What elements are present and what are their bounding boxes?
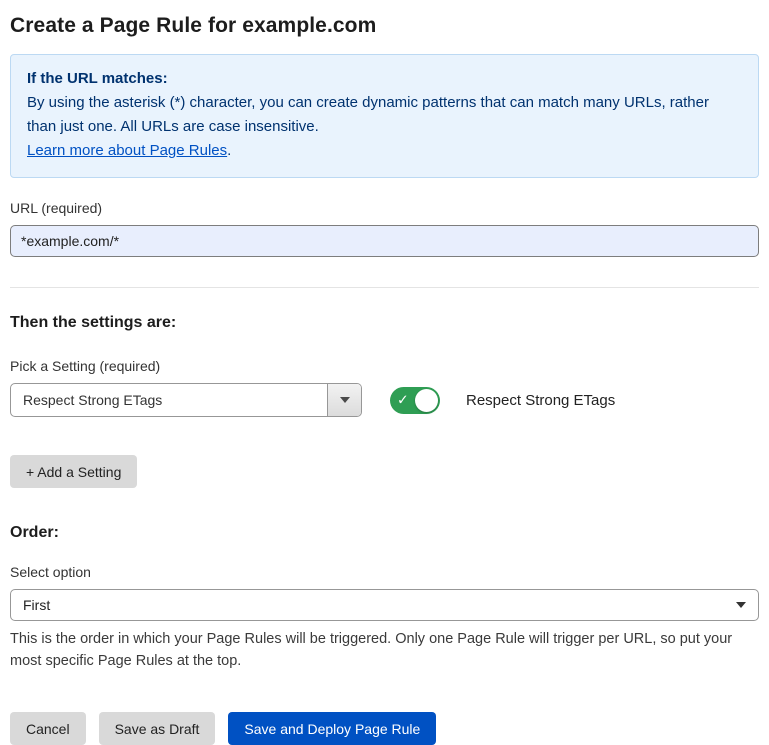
setting-select-value: Respect Strong ETags: [11, 384, 327, 416]
order-heading: Order:: [10, 524, 759, 542]
info-box-heading: If the URL matches:: [27, 67, 742, 91]
etag-toggle[interactable]: ✓: [390, 387, 440, 414]
order-section: Order: Select option First This is the o…: [10, 524, 759, 672]
setting-select-caret-button[interactable]: [327, 384, 361, 416]
order-help-text: This is the order in which your Page Rul…: [10, 628, 755, 672]
order-select-value: First: [23, 597, 50, 613]
toggle-knob: [415, 389, 438, 412]
settings-heading: Then the settings are:: [10, 314, 759, 332]
page-title: Create a Page Rule for example.com: [10, 14, 759, 38]
save-deploy-button[interactable]: Save and Deploy Page Rule: [228, 712, 436, 745]
setting-row: Respect Strong ETags ✓ Respect Strong ET…: [10, 383, 759, 417]
link-suffix: .: [227, 142, 231, 159]
url-input[interactable]: [10, 225, 759, 257]
save-draft-button[interactable]: Save as Draft: [99, 712, 216, 745]
info-box: If the URL matches: By using the asteris…: [10, 54, 759, 178]
page-container: Create a Page Rule for example.com If th…: [0, 0, 769, 745]
check-icon: ✓: [397, 393, 409, 407]
info-box-body: By using the asterisk (*) character, you…: [27, 91, 742, 139]
order-label: Select option: [10, 564, 759, 580]
section-divider: [10, 287, 759, 288]
caret-down-icon: [340, 397, 350, 403]
url-label: URL (required): [10, 200, 759, 216]
add-setting-button[interactable]: + Add a Setting: [10, 455, 137, 488]
toggle-label: Respect Strong ETags: [466, 392, 615, 409]
learn-more-link[interactable]: Learn more about Page Rules: [27, 142, 227, 159]
info-box-link-line: Learn more about Page Rules.: [27, 139, 742, 163]
chevron-down-icon: [736, 602, 746, 608]
pick-setting-label: Pick a Setting (required): [10, 358, 759, 374]
setting-select[interactable]: Respect Strong ETags: [10, 383, 362, 417]
cancel-button[interactable]: Cancel: [10, 712, 86, 745]
order-select[interactable]: First: [10, 589, 759, 621]
footer-actions: Cancel Save as Draft Save and Deploy Pag…: [10, 712, 759, 745]
toggle-wrap: ✓ Respect Strong ETags: [390, 387, 615, 414]
